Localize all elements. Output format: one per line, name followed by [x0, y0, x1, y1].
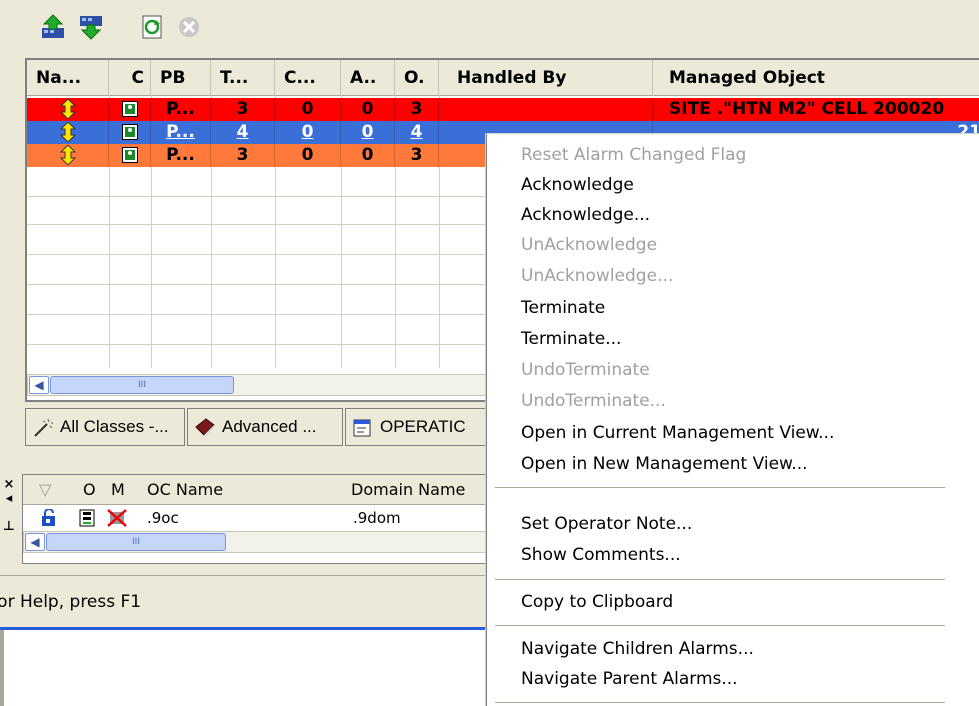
pane-close-icon[interactable]: × ◂ ⊥ — [2, 478, 16, 538]
column-header-c[interactable]: C — [109, 60, 151, 96]
menu-item-terminate[interactable]: Terminate — [521, 293, 605, 323]
tab-advanced[interactable]: Advanced ... — [187, 408, 343, 446]
column-header-oc-name[interactable]: OC Name — [147, 475, 223, 505]
menu-item-undo-terminate[interactable]: UndoTerminate — [521, 355, 650, 385]
handled-by-cell — [439, 98, 653, 121]
grid-line — [27, 196, 487, 197]
oc-list-header: ▽ O M OC Name Domain Name — [23, 475, 488, 505]
pb-cell: P... — [151, 121, 211, 144]
menu-separator — [495, 702, 945, 703]
menu-item-unacknowledge-dialog[interactable]: UnAcknowledge... — [521, 261, 673, 291]
refresh-icon[interactable] — [140, 14, 166, 40]
grid-line — [27, 284, 487, 285]
download-green-icon[interactable] — [78, 14, 104, 40]
menu-separator — [495, 487, 945, 488]
c-cell: 0 — [275, 121, 341, 144]
scroll-left-arrow-icon[interactable]: ◀ — [25, 533, 45, 551]
column-header-managed-object[interactable]: Managed Object — [653, 60, 979, 96]
t-cell: 3 — [211, 144, 275, 167]
severity-arrows-icon — [27, 144, 109, 167]
o-cell: 3 — [395, 144, 439, 167]
menu-item-acknowledge-dialog[interactable]: Acknowledge... — [521, 200, 650, 230]
menu-item-copy-to-clipboard[interactable]: Copy to Clipboard — [521, 587, 673, 617]
alarm-row[interactable]: P... 3 0 0 3 SITE ."HTN M2" CELL 200020 — [27, 98, 979, 121]
tab-all-classes[interactable]: All Classes -... — [25, 408, 185, 446]
column-header-m[interactable]: M — [111, 475, 125, 505]
tab-operations[interactable]: OPERATIC — [345, 408, 495, 446]
scroll-left-arrow-icon[interactable]: ◀ — [29, 376, 49, 394]
grid-line — [27, 254, 487, 255]
a-cell: 0 — [341, 98, 395, 121]
menu-item-open-new-view[interactable]: Open in New Management View... — [521, 449, 808, 479]
severity-arrows-icon — [27, 98, 109, 121]
class-icon — [109, 144, 151, 167]
menu-item-navigate-parent[interactable]: Navigate Parent Alarms... — [521, 664, 738, 694]
column-header-domain-name[interactable]: Domain Name — [351, 475, 465, 505]
o-cell: 3 — [395, 98, 439, 121]
book-icon — [194, 416, 216, 438]
status-bars-icon — [79, 509, 95, 533]
alarm-grid-hscrollbar[interactable]: ◀ III — [27, 374, 497, 396]
a-cell: 0 — [341, 144, 395, 167]
column-header-name[interactable]: Na... — [27, 60, 109, 96]
stop-disabled-icon — [176, 14, 202, 40]
context-menu: Reset Alarm Changed Flag Acknowledge Ack… — [486, 133, 979, 706]
oc-list-row[interactable]: .9oc .9dom — [23, 507, 488, 529]
toolbar — [0, 0, 979, 56]
c-cell: 0 — [275, 144, 341, 167]
t-cell: 3 — [211, 98, 275, 121]
column-header-o[interactable]: O. — [395, 60, 439, 96]
menu-item-unacknowledge[interactable]: UnAcknowledge — [521, 230, 657, 260]
menu-item-terminate-dialog[interactable]: Terminate... — [521, 324, 621, 354]
view-tabs: All Classes -... Advanced ... OPERATIC — [25, 408, 495, 448]
pane-border — [0, 630, 4, 706]
managed-object-cell: SITE ."HTN M2" CELL 200020 — [669, 99, 945, 119]
unlock-icon — [41, 508, 59, 533]
oc-list: ▽ O M OC Name Domain Name .9oc .9dom ◀ I… — [22, 474, 488, 564]
column-header-o[interactable]: O — [83, 475, 96, 505]
grid-line — [27, 314, 487, 315]
column-header-a[interactable]: A.. — [341, 60, 395, 96]
scroll-thumb[interactable]: III — [50, 376, 234, 394]
domain-name-cell: .9dom — [353, 509, 401, 527]
oc-list-hscrollbar[interactable]: ◀ III — [23, 531, 488, 553]
menu-separator — [495, 579, 945, 580]
upload-green-icon[interactable] — [40, 14, 66, 40]
t-cell: 4 — [211, 121, 275, 144]
tab-label: Advanced ... — [222, 417, 317, 436]
status-text: For Help, press F1 — [0, 592, 142, 612]
menu-item-show-comments[interactable]: Show Comments... — [521, 540, 681, 570]
o-cell: 4 — [395, 121, 439, 144]
grid-line — [27, 224, 487, 225]
column-header-handled-by[interactable]: Handled By — [439, 60, 653, 96]
tab-label: All Classes -... — [60, 417, 169, 436]
c-cell: 0 — [275, 98, 341, 121]
magic-wand-icon — [32, 416, 54, 438]
tab-label: OPERATIC — [380, 417, 466, 436]
pb-cell: P... — [151, 98, 211, 121]
menu-item-open-current-view[interactable]: Open in Current Management View... — [521, 418, 834, 448]
a-cell: 0 — [341, 121, 395, 144]
menu-item-set-operator-note[interactable]: Set Operator Note... — [521, 509, 692, 539]
filter-icon[interactable]: ▽ — [39, 475, 51, 505]
pb-cell: P... — [151, 144, 211, 167]
class-icon — [109, 121, 151, 144]
properties-icon — [352, 416, 374, 438]
column-header-pb[interactable]: PB — [151, 60, 211, 96]
menu-item-acknowledge[interactable]: Acknowledge — [521, 170, 634, 200]
scroll-thumb[interactable]: III — [46, 533, 226, 551]
alarm-grid-header: Na... C PB T... C... A.. O. Handled By M… — [27, 60, 979, 96]
menu-item-reset-alarm-changed-flag[interactable]: Reset Alarm Changed Flag — [521, 140, 746, 170]
class-icon — [109, 98, 151, 121]
column-header-t[interactable]: T... — [211, 60, 275, 96]
masked-icon — [107, 509, 127, 533]
menu-separator — [495, 625, 945, 626]
menu-item-undo-terminate-dialog[interactable]: UndoTerminate... — [521, 386, 666, 416]
column-header-c2[interactable]: C... — [275, 60, 341, 96]
oc-name-cell: .9oc — [147, 509, 179, 527]
menu-item-navigate-children[interactable]: Navigate Children Alarms... — [521, 634, 754, 664]
grid-line — [27, 344, 487, 345]
severity-arrows-icon — [27, 121, 109, 144]
